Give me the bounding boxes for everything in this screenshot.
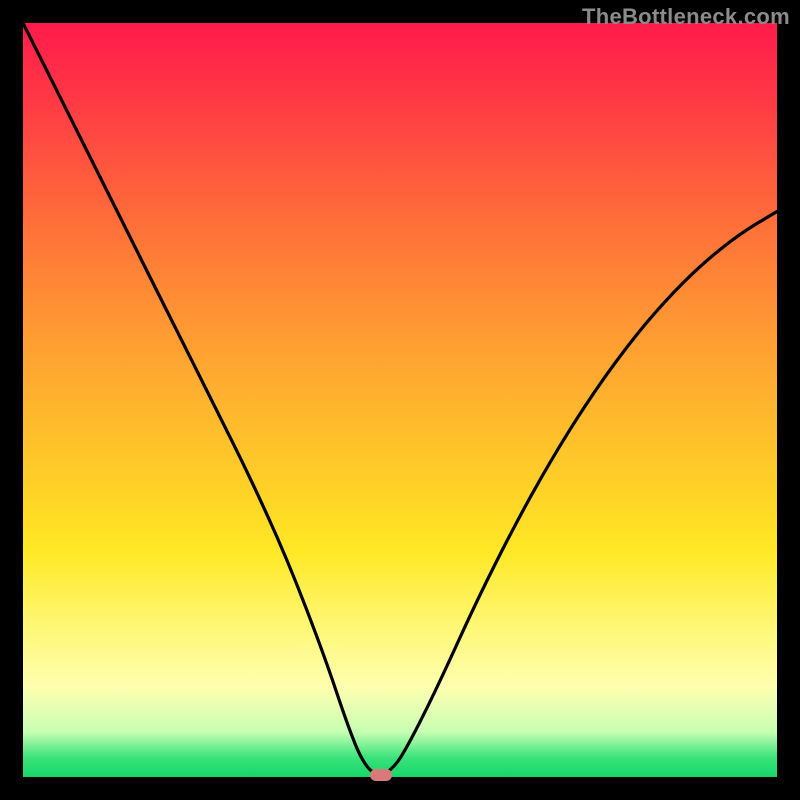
curve-path xyxy=(23,23,777,774)
watermark-text: TheBottleneck.com xyxy=(582,4,790,30)
bottleneck-curve xyxy=(23,23,777,777)
minimum-marker xyxy=(370,769,392,781)
plot-area xyxy=(23,23,777,777)
chart-frame: { "watermark": "TheBottleneck.com", "cha… xyxy=(0,0,800,800)
